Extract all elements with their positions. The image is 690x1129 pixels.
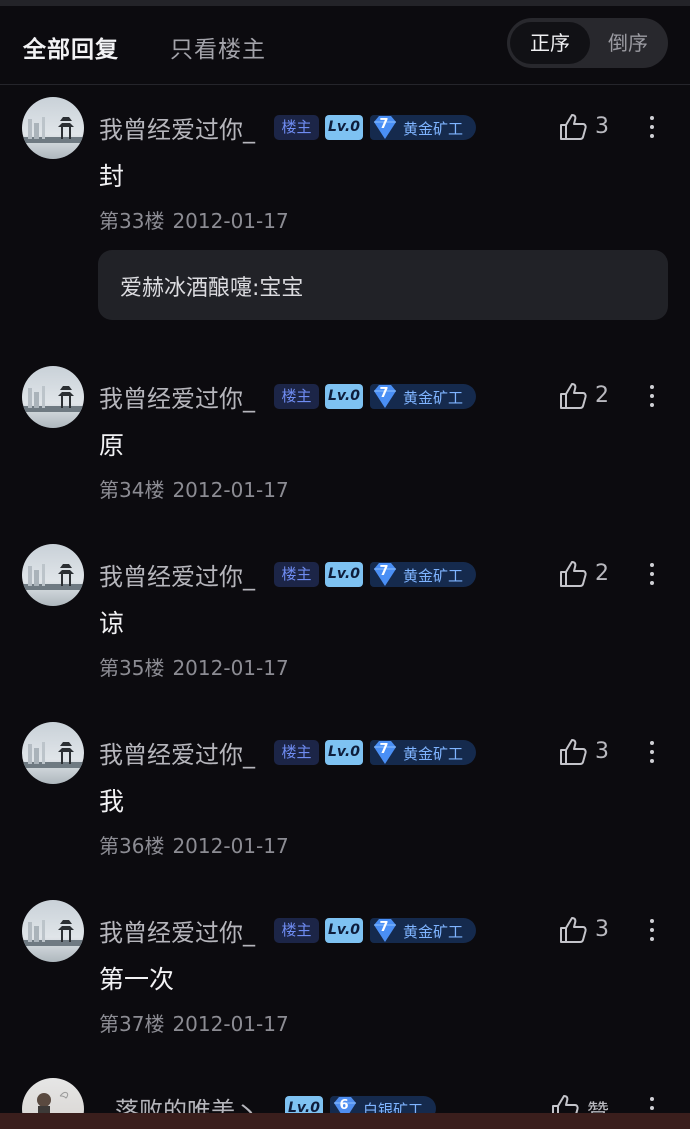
miner-level: 7 [379, 386, 389, 401]
avatar[interactable] [22, 366, 84, 428]
op-badge: 楼主 [274, 740, 319, 765]
username[interactable]: 我曾经爱过你_ [99, 735, 255, 770]
post-content: 封 [99, 162, 125, 191]
miner-badge: 7 黄金矿工 [370, 918, 476, 943]
like-count: 3 [595, 739, 609, 764]
avatar-image [22, 742, 84, 768]
like-button[interactable]: 2 [558, 559, 618, 589]
more-vertical-icon[interactable] [640, 557, 664, 591]
sort-ascending-button[interactable]: 正序 [510, 22, 590, 64]
post-date: 2012-01-17 [172, 1012, 289, 1036]
post-date: 2012-01-17 [172, 478, 289, 502]
more-vertical-icon[interactable] [640, 379, 664, 413]
post-date: 2012-01-17 [172, 656, 289, 680]
miner-title: 黄金矿工 [403, 120, 464, 138]
thumbs-up-icon [560, 917, 587, 943]
avatar-image [22, 386, 84, 412]
avatar[interactable] [22, 97, 84, 159]
bottom-edge [0, 1113, 690, 1129]
miner-title: 黄金矿工 [403, 923, 464, 941]
avatar[interactable] [22, 544, 84, 606]
post-content: 第一次 [99, 965, 175, 994]
level-badge: Lv.0 [325, 562, 363, 587]
tab-all-replies[interactable]: 全部回复 [23, 30, 119, 64]
avatar[interactable] [22, 900, 84, 962]
miner-level: 7 [379, 117, 389, 132]
miner-title: 黄金矿工 [403, 567, 464, 585]
miner-level: 6 [339, 1098, 349, 1113]
more-vertical-icon[interactable] [640, 913, 664, 947]
avatar-image [22, 920, 84, 946]
miner-badge: 7 黄金矿工 [370, 384, 476, 409]
thumbs-up-icon [560, 739, 587, 765]
post-date: 2012-01-17 [172, 834, 289, 858]
like-button[interactable]: 2 [558, 381, 618, 411]
username[interactable]: 我曾经爱过你_ [99, 913, 255, 948]
miner-level: 7 [379, 742, 389, 757]
post-meta: 第37楼 2012-01-17 [99, 1008, 289, 1037]
post-content: 原 [99, 431, 125, 460]
post-meta: 第33楼 2012-01-17 [99, 205, 289, 234]
floor-number: 第37楼 [99, 1012, 165, 1036]
avatar-image [22, 117, 84, 143]
miner-level: 7 [379, 920, 389, 935]
like-count: 2 [595, 383, 609, 408]
level-badge: Lv.0 [325, 918, 363, 943]
op-badge: 楼主 [274, 384, 319, 409]
like-count: 3 [595, 917, 609, 942]
op-badge: 楼主 [274, 918, 319, 943]
thumbs-up-icon [560, 114, 587, 140]
sub-reply-text: 爱赫冰酒酿嚏:宝宝 [120, 276, 304, 301]
floor-number: 第35楼 [99, 656, 165, 680]
post-meta: 第35楼 2012-01-17 [99, 652, 289, 681]
tab-op-only[interactable]: 只看楼主 [170, 30, 266, 64]
post-date: 2012-01-17 [172, 209, 289, 233]
like-count: 3 [595, 114, 609, 139]
like-button[interactable]: 3 [558, 112, 618, 142]
floor-number: 第36楼 [99, 834, 165, 858]
miner-badge: 7 黄金矿工 [370, 562, 476, 587]
username[interactable]: 我曾经爱过你_ [99, 110, 255, 145]
miner-title: 黄金矿工 [403, 389, 464, 407]
more-vertical-icon[interactable] [640, 110, 664, 144]
miner-title: 黄金矿工 [403, 745, 464, 763]
level-badge: Lv.0 [325, 740, 363, 765]
post-content: 谅 [99, 609, 125, 638]
sort-toggle[interactable]: 正序 倒序 [507, 18, 668, 68]
thumbs-up-icon [560, 561, 587, 587]
sub-reply-box[interactable]: 爱赫冰酒酿嚏:宝宝 [98, 250, 668, 320]
op-badge: 楼主 [274, 562, 319, 587]
level-badge: Lv.0 [325, 115, 363, 140]
reply-header: 全部回复 只看楼主 正序 倒序 [0, 6, 690, 85]
like-button[interactable]: 3 [558, 915, 618, 945]
username[interactable]: 我曾经爱过你_ [99, 379, 255, 414]
miner-badge: 7 黄金矿工 [370, 740, 476, 765]
more-vertical-icon[interactable] [640, 735, 664, 769]
like-count: 2 [595, 561, 609, 586]
level-badge: Lv.0 [325, 384, 363, 409]
avatar-image [22, 564, 84, 590]
post-meta: 第36楼 2012-01-17 [99, 830, 289, 859]
op-badge: 楼主 [274, 115, 319, 140]
post-content: 我 [99, 787, 125, 816]
avatar[interactable] [22, 722, 84, 784]
thumbs-up-icon [560, 383, 587, 409]
sort-descending-button[interactable]: 倒序 [591, 22, 665, 64]
miner-badge: 7 黄金矿工 [370, 115, 476, 140]
floor-number: 第34楼 [99, 478, 165, 502]
miner-level: 7 [379, 564, 389, 579]
floor-number: 第33楼 [99, 209, 165, 233]
like-button[interactable]: 3 [558, 737, 618, 767]
username[interactable]: 我曾经爱过你_ [99, 557, 255, 592]
post-meta: 第34楼 2012-01-17 [99, 474, 289, 503]
